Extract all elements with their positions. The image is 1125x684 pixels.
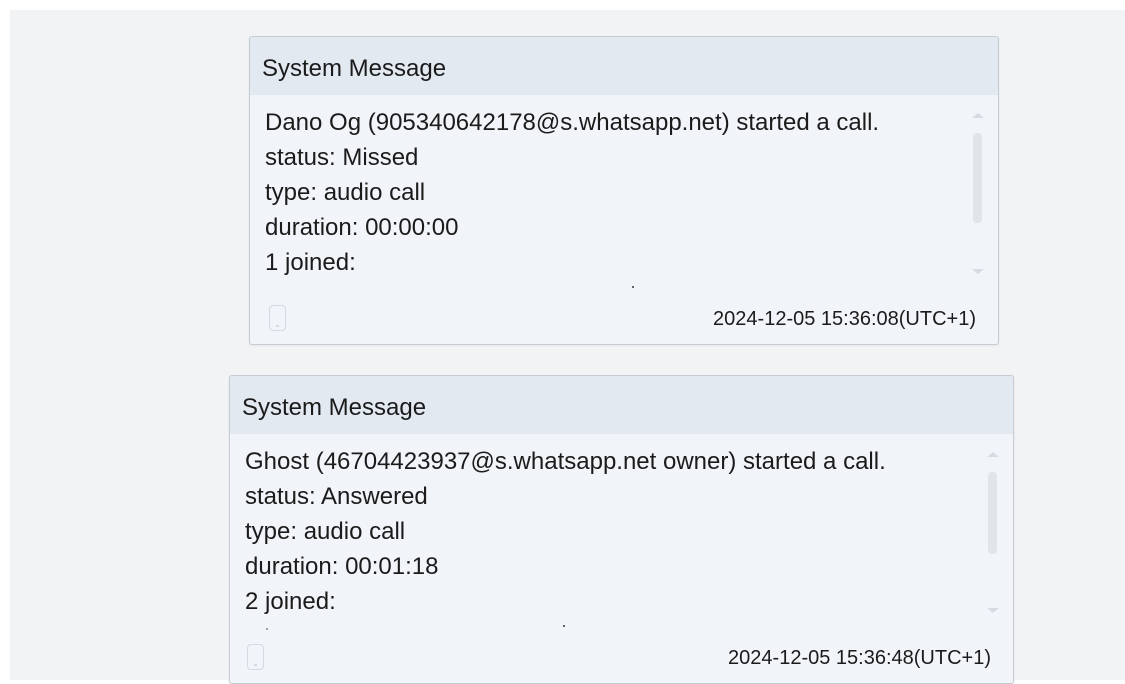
scrollbar-thumb[interactable]: [988, 472, 997, 554]
call-status-line: status: Answered: [245, 483, 428, 510]
system-message-card[interactable]: System Message Ghost (46704423937@s.what…: [229, 375, 1014, 684]
call-type-line: type: audio call: [265, 179, 426, 206]
card-header: System Message: [230, 376, 1013, 434]
scrollbar-thumb[interactable]: [973, 133, 982, 223]
scroll-up-arrow-icon[interactable]: [972, 113, 984, 118]
message-timestamp: 2024-12-05 15:36:48(UTC+1): [728, 647, 991, 669]
call-joined-line: 2 joined:: [245, 588, 336, 615]
truncated-text-dot: [266, 628, 268, 630]
call-initiator-line: Ghost (46704423937@s.whatsapp.net owner)…: [245, 448, 886, 475]
scroll-down-arrow-icon[interactable]: [972, 269, 984, 274]
phone-device-icon: [269, 305, 286, 331]
message-body[interactable]: Dano Og (905340642178@s.whatsapp.net) st…: [265, 105, 968, 285]
call-initiator-line: Dano Og (905340642178@s.whatsapp.net) st…: [265, 109, 880, 136]
phone-device-icon: [247, 644, 264, 670]
message-body[interactable]: Ghost (46704423937@s.whatsapp.net owner)…: [245, 444, 983, 624]
truncated-text-dot: [632, 286, 634, 288]
card-header: System Message: [250, 37, 998, 95]
call-type-line: type: audio call: [245, 518, 406, 545]
card-title: System Message: [262, 55, 447, 82]
system-message-card[interactable]: System Message Dano Og (905340642178@s.w…: [249, 36, 999, 345]
card-title: System Message: [242, 394, 427, 421]
scroll-up-arrow-icon[interactable]: [987, 452, 999, 457]
scroll-down-arrow-icon[interactable]: [987, 608, 999, 613]
truncated-text-dot: [563, 625, 565, 627]
call-duration-line: duration: 00:00:00: [265, 214, 459, 241]
message-list: System Message Dano Og (905340642178@s.w…: [10, 10, 1125, 684]
call-status-line: status: Missed: [265, 144, 419, 171]
message-timestamp: 2024-12-05 15:36:08(UTC+1): [713, 308, 976, 330]
call-joined-line: 1 joined:: [265, 249, 356, 276]
call-duration-line: duration: 00:01:18: [245, 553, 439, 580]
